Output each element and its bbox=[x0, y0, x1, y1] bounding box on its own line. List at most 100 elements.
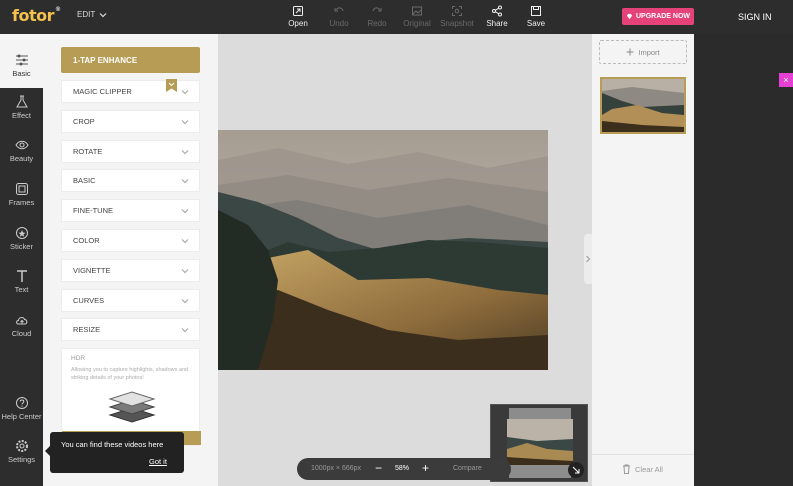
zoom-out-button[interactable]: − bbox=[375, 461, 382, 475]
plus-icon bbox=[626, 48, 634, 56]
landscape-photo bbox=[218, 130, 548, 370]
chevron-down-icon bbox=[99, 12, 107, 17]
accordion-crop[interactable]: CROP bbox=[61, 109, 200, 133]
chevron-down-icon bbox=[181, 209, 189, 214]
basic-panel: 1-TAP ENHANCE MAGIC CLIPPER CROP ROTATE BAS… bbox=[43, 34, 218, 486]
close-ad-button[interactable]: × bbox=[779, 73, 793, 87]
fotor-logo[interactable]: fotor® bbox=[12, 6, 61, 25]
accordion-vignette[interactable]: VIGNETTE bbox=[61, 258, 200, 282]
left-nav: Basic Effect Beauty Frames Sticker Text … bbox=[0, 34, 43, 486]
navigator-thumbnail bbox=[507, 419, 573, 465]
flask-icon bbox=[15, 95, 28, 108]
image-dimensions: 1000px × 666px bbox=[311, 465, 362, 472]
videos-tooltip: You can find these videos here Got it bbox=[45, 432, 184, 473]
sticker-icon bbox=[15, 227, 28, 239]
accordion-label: COLOR bbox=[73, 236, 100, 245]
accordion-label: CROP bbox=[73, 116, 95, 126]
nav-basic[interactable]: Basic bbox=[0, 34, 43, 88]
save-button[interactable]: Save bbox=[516, 5, 556, 28]
text-icon bbox=[16, 270, 27, 282]
nav-effect[interactable]: Effect bbox=[0, 95, 43, 120]
trash-icon bbox=[623, 464, 630, 474]
canvas-area: 1000px × 666px − 58% + Compare bbox=[218, 34, 592, 486]
accordion-label: MAGIC CLIPPER bbox=[73, 87, 132, 96]
accordion-magic-clipper[interactable]: MAGIC CLIPPER bbox=[61, 79, 200, 103]
undo-icon bbox=[334, 7, 344, 12]
accordion-fine-tune[interactable]: FINE-TUNE bbox=[61, 199, 200, 223]
accordion-resize[interactable]: RESIZE bbox=[61, 318, 200, 342]
nav-settings[interactable]: Settings bbox=[0, 439, 43, 464]
sliders-icon bbox=[15, 54, 28, 66]
nav-text[interactable]: Text bbox=[0, 269, 43, 294]
nav-frames[interactable]: Frames bbox=[0, 182, 43, 207]
accordion-label: RESIZE bbox=[73, 325, 101, 335]
nav-help-center[interactable]: Help Center bbox=[0, 396, 43, 421]
share-icon bbox=[492, 5, 502, 17]
navigator-expand-button[interactable] bbox=[568, 462, 584, 478]
gear-icon bbox=[15, 440, 28, 452]
image-thumbnail[interactable] bbox=[600, 77, 686, 134]
zoom-bar: 1000px × 666px − 58% + Compare bbox=[297, 458, 511, 480]
import-button[interactable]: Import bbox=[599, 40, 687, 64]
cloud-icon bbox=[15, 317, 27, 325]
share-button[interactable]: Share bbox=[477, 5, 517, 28]
got-it-button[interactable]: Got it bbox=[149, 457, 167, 466]
original-icon bbox=[412, 6, 422, 16]
upgrade-now-button[interactable]: UPGRADE NOW bbox=[622, 8, 694, 25]
eye-icon bbox=[14, 140, 29, 150]
original-button[interactable]: Original bbox=[397, 5, 437, 28]
clear-all-button[interactable]: Clear All bbox=[622, 464, 663, 474]
thumbnail-image bbox=[602, 79, 684, 132]
accordion-label: VIGNETTE bbox=[73, 265, 111, 275]
snapshot-button[interactable]: Snapshot bbox=[437, 5, 477, 28]
chevron-down-icon bbox=[181, 268, 189, 274]
diamond-icon bbox=[626, 13, 633, 20]
accordion-rotate[interactable]: ROTATE bbox=[61, 139, 200, 163]
chevron-right-icon bbox=[586, 255, 591, 263]
accordion-label: ROTATE bbox=[73, 146, 103, 156]
expand-icon bbox=[572, 466, 580, 474]
premium-badge-icon bbox=[166, 79, 177, 92]
undo-button[interactable]: Undo bbox=[319, 5, 359, 28]
chevron-down-icon bbox=[181, 328, 189, 333]
nav-cloud[interactable]: Cloud bbox=[0, 313, 43, 338]
chevron-down-icon bbox=[181, 149, 189, 154]
nav-sticker[interactable]: Sticker bbox=[0, 226, 43, 251]
dark-side-area bbox=[694, 34, 793, 486]
collapse-right-panel-tab[interactable] bbox=[584, 234, 592, 284]
open-icon bbox=[293, 6, 303, 16]
accordion-color[interactable]: COLOR bbox=[61, 229, 200, 252]
top-bar: fotor® EDIT Open Undo Redo Original Snap… bbox=[0, 0, 793, 34]
accordion-label: CURVES bbox=[73, 295, 105, 305]
chevron-down-icon bbox=[181, 239, 189, 244]
tooltip-text: You can find these videos here bbox=[61, 440, 164, 449]
nav-beauty[interactable]: Beauty bbox=[0, 138, 43, 163]
zoom-in-button[interactable]: + bbox=[422, 461, 429, 475]
chevron-down-icon bbox=[181, 119, 189, 125]
one-tap-enhance-button[interactable]: 1-TAP ENHANCE bbox=[61, 47, 200, 73]
fotor-editor: fotor® EDIT Open Undo Redo Original Snap… bbox=[0, 0, 793, 486]
hdr-description: Allowing you to capture highlights, shad… bbox=[71, 367, 189, 381]
accordion-basic[interactable]: BASIC bbox=[61, 169, 200, 193]
compare-button[interactable]: Compare bbox=[453, 465, 482, 472]
sign-in-link[interactable]: SIGN IN bbox=[738, 12, 772, 22]
navigator-thumbnail-image bbox=[507, 419, 573, 465]
save-icon bbox=[531, 6, 541, 16]
redo-button[interactable]: Redo bbox=[357, 5, 397, 28]
open-button[interactable]: Open bbox=[278, 5, 318, 28]
accordion-label: FINE-TUNE bbox=[73, 206, 113, 216]
frame-icon bbox=[15, 183, 28, 195]
help-icon bbox=[15, 397, 28, 409]
chevron-down-icon bbox=[181, 298, 189, 303]
photo-canvas[interactable] bbox=[218, 130, 548, 370]
hdr-title: HDR bbox=[71, 355, 86, 362]
zoom-level: 58% bbox=[395, 465, 410, 472]
accordion-curves[interactable]: CURVES bbox=[61, 288, 200, 312]
redo-icon bbox=[372, 7, 382, 12]
layers-icon bbox=[108, 391, 156, 423]
chevron-down-icon bbox=[181, 90, 189, 95]
snapshot-icon bbox=[452, 6, 462, 16]
right-panel-divider bbox=[592, 454, 694, 455]
edit-menu[interactable]: EDIT bbox=[77, 10, 107, 19]
accordion-label: BASIC bbox=[73, 176, 96, 186]
